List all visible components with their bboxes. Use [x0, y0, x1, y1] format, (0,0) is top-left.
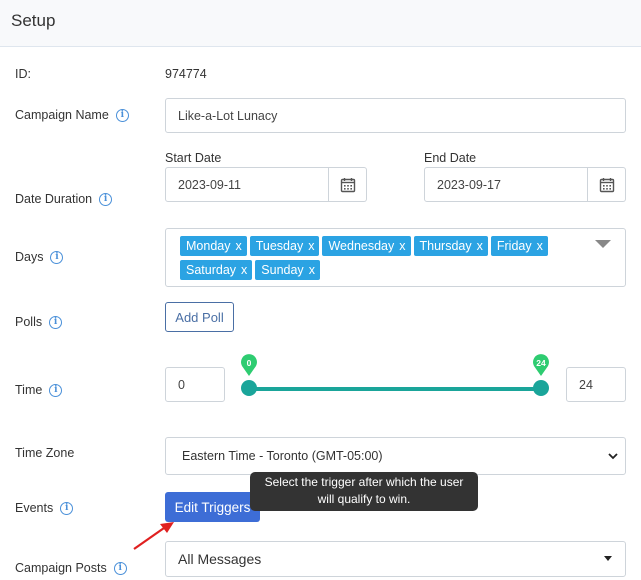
start-date-picker: 2023-09-11 — [165, 167, 367, 202]
campaign-posts-label: Campaign Posts i — [15, 561, 127, 575]
remove-tag-button[interactable]: x — [235, 239, 241, 253]
end-date-input[interactable]: 2023-09-17 — [424, 167, 588, 202]
campaign-posts-select[interactable]: All Messages — [165, 541, 626, 577]
day-tag-wednesday: Wednesday x — [322, 236, 411, 256]
time-range-slider[interactable] — [249, 387, 541, 391]
calendar-icon — [599, 177, 614, 192]
info-icon[interactable]: i — [60, 501, 74, 515]
events-label: Events i — [15, 501, 74, 515]
info-icon[interactable]: i — [50, 250, 64, 264]
campaign-name-label: Campaign Name i — [15, 108, 129, 122]
end-date-picker: 2023-09-17 — [424, 167, 626, 202]
remove-tag-button[interactable]: x — [477, 239, 483, 253]
start-date-label: Start Date — [165, 151, 222, 165]
slider-handle-min[interactable] — [241, 380, 257, 396]
time-zone-label: Time Zone — [15, 446, 75, 460]
end-date-label: End Date — [424, 151, 477, 165]
remove-tag-button[interactable]: x — [399, 239, 405, 253]
slider-min-badge: 0 — [241, 354, 257, 376]
calendar-button[interactable] — [588, 167, 626, 202]
events-tooltip: Select the trigger after which the user … — [250, 472, 478, 511]
remove-tag-button[interactable]: x — [241, 263, 247, 277]
time-label: Time i — [15, 383, 63, 397]
calendar-button[interactable] — [329, 167, 367, 202]
info-icon[interactable]: i — [49, 383, 63, 397]
day-tag-friday: Friday x — [490, 236, 548, 256]
date-duration-label: Date Duration i — [15, 192, 113, 206]
chevron-down-icon — [608, 453, 618, 460]
remove-tag-button[interactable]: x — [309, 263, 315, 277]
day-tag-saturday: Saturday x — [180, 260, 253, 280]
days-label: Days i — [15, 250, 64, 264]
caret-down-icon[interactable] — [595, 240, 611, 248]
day-tag-sunday: Sunday x — [255, 260, 320, 280]
day-tag-tuesday: Tuesday x — [249, 236, 320, 256]
slider-max-badge: 24 — [533, 354, 549, 376]
add-poll-button[interactable]: Add Poll — [165, 302, 234, 332]
time-zone-select[interactable]: Eastern Time - Toronto (GMT-05:00) — [165, 437, 626, 475]
info-icon[interactable]: i — [113, 561, 127, 575]
info-icon[interactable]: i — [99, 192, 113, 206]
campaign-name-input[interactable]: Like-a-Lot Lunacy — [165, 98, 626, 133]
id-value: 974774 — [165, 67, 207, 81]
slider-min-badge-value: 0 — [247, 358, 252, 368]
info-icon[interactable]: i — [115, 108, 129, 122]
days-multiselect[interactable]: Monday x Tuesday x Wednesday x Thursday x Fr… — [165, 228, 626, 287]
day-tag-thursday: Thursday x — [413, 236, 488, 256]
remove-tag-button[interactable]: x — [308, 239, 314, 253]
time-min-input[interactable]: 0 — [165, 367, 225, 402]
days-tag-list: Monday x Tuesday x Wednesday x Thursday x Fr… — [180, 236, 580, 280]
caret-down-icon — [604, 556, 612, 561]
id-label: ID: — [15, 67, 31, 81]
slider-handle-max[interactable] — [533, 380, 549, 396]
page-header: Setup — [0, 0, 641, 47]
calendar-icon — [340, 177, 355, 192]
time-max-input[interactable]: 24 — [566, 367, 626, 402]
remove-tag-button[interactable]: x — [537, 239, 543, 253]
page-title: Setup — [11, 11, 56, 30]
polls-label: Polls i — [15, 315, 63, 329]
info-icon[interactable]: i — [49, 315, 63, 329]
day-tag-monday: Monday x — [180, 236, 247, 256]
slider-max-badge-value: 24 — [536, 358, 546, 368]
start-date-input[interactable]: 2023-09-11 — [165, 167, 329, 202]
